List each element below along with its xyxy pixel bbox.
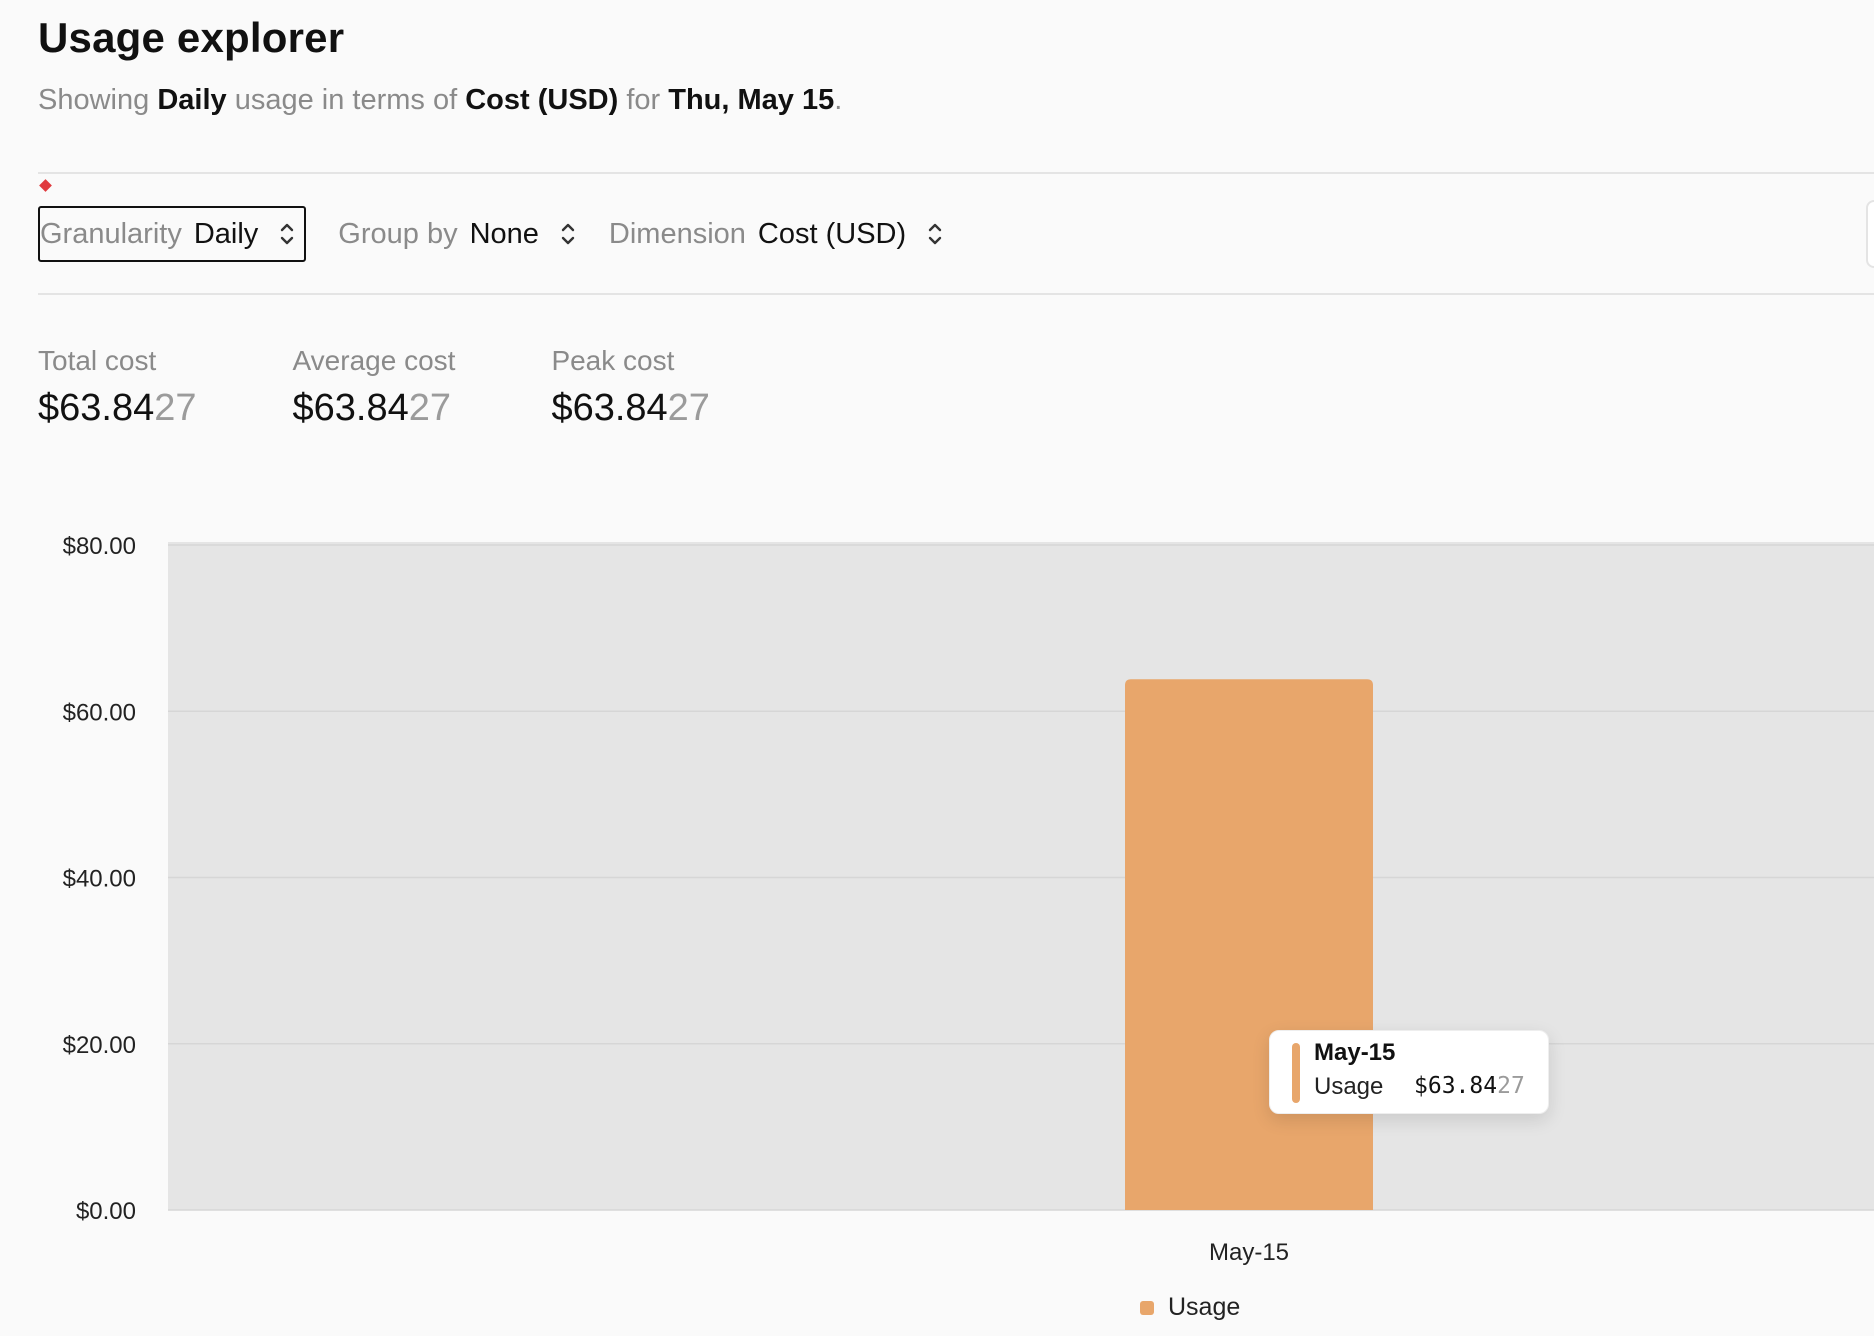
average-cost-label: Average cost (292, 345, 456, 376)
page-title: Usage explorer (38, 14, 345, 61)
subtitle-prefix: Showing (38, 84, 150, 116)
tooltip-title: May-15 (1314, 1039, 1396, 1066)
chart-legend[interactable]: Usage (1140, 1293, 1240, 1322)
granularity-value: Daily (193, 217, 259, 250)
average-cost-faint: 27 (408, 387, 452, 429)
total-cost-faint: 27 (154, 387, 197, 429)
legend-swatch (1140, 1300, 1154, 1315)
group-by-label: Group by (338, 217, 458, 250)
tooltip-series-marker (1292, 1043, 1300, 1103)
tooltip-value-faint: 27 (1497, 1073, 1525, 1099)
x-tick-label: May-15 (1209, 1239, 1289, 1266)
peak-cost-metric: Peak cost $63.8427 (551, 345, 710, 430)
plot-background (168, 542, 1874, 1210)
tooltip-value: $63.8427 (1414, 1073, 1525, 1101)
tooltip-value-main: $63.84 (1414, 1073, 1498, 1099)
dimension-value: Cost (USD) (757, 217, 907, 250)
group-by-select[interactable]: Group by None (338, 206, 577, 262)
granularity-select[interactable]: Granularity Daily (38, 206, 307, 262)
total-cost-label: Total cost (38, 345, 157, 376)
subtitle-dimension: Cost (USD) (465, 84, 619, 116)
total-cost-metric: Total cost $63.8427 (38, 345, 197, 430)
peak-cost-main: $63.84 (551, 387, 668, 429)
peak-cost-faint: 27 (667, 387, 710, 429)
granularity-label: Granularity (40, 217, 182, 250)
filter-toolbar: Granularity Daily Group by None Dimensio… (38, 204, 976, 264)
tooltip-row: Usage $63.8427 (1314, 1073, 1548, 1101)
y-tick-label: $0.00 (76, 1198, 136, 1225)
y-tick-label: $20.00 (63, 1032, 136, 1059)
y-tick-label: $80.00 (63, 533, 136, 560)
total-cost-main: $63.84 (38, 387, 155, 429)
subtitle-granularity: Daily (157, 84, 227, 116)
cost-metrics: Total cost $63.8427 Average cost $63.842… (38, 345, 806, 430)
y-tick-label: $40.00 (63, 866, 136, 893)
unsaved-indicator-icon (39, 179, 52, 192)
divider-top (38, 172, 1874, 174)
usage-bar-chart: $0.00 $20.00 $40.00 $60.00 $80.00 May-15 (63, 533, 1874, 1266)
average-cost-main: $63.84 (292, 387, 409, 429)
dimension-select[interactable]: Dimension Cost (USD) (609, 206, 944, 262)
usage-summary-subtitle: Showing Daily usage in terms of Cost (US… (38, 84, 842, 117)
subtitle-for: for (626, 84, 661, 116)
subtitle-mid: usage in terms of (234, 84, 458, 116)
average-cost-metric: Average cost $63.8427 (293, 345, 456, 430)
group-by-value: None (469, 217, 539, 250)
bar-usage (1125, 679, 1373, 1210)
chevron-up-down-icon (561, 223, 575, 245)
subtitle-date: Thu, May 15 (668, 84, 835, 116)
divider-bottom (38, 293, 1874, 295)
tooltip-series-name: Usage (1314, 1073, 1384, 1100)
average-cost-value: $63.8427 (293, 387, 456, 430)
dimension-label: Dimension (608, 217, 746, 250)
chevron-up-down-icon (281, 223, 294, 245)
chart-tooltip: May-15 Usage $63.8427 (1269, 1030, 1549, 1114)
toolbar-overflow-button[interactable] (1866, 200, 1874, 268)
subtitle-end: . (834, 84, 843, 116)
total-cost-value: $63.8427 (38, 387, 197, 430)
chevron-up-down-icon (928, 223, 942, 245)
peak-cost-value: $63.8427 (551, 387, 710, 430)
peak-cost-label: Peak cost (551, 345, 675, 376)
y-tick-label: $60.00 (63, 699, 136, 726)
legend-label-usage: Usage (1168, 1293, 1241, 1321)
